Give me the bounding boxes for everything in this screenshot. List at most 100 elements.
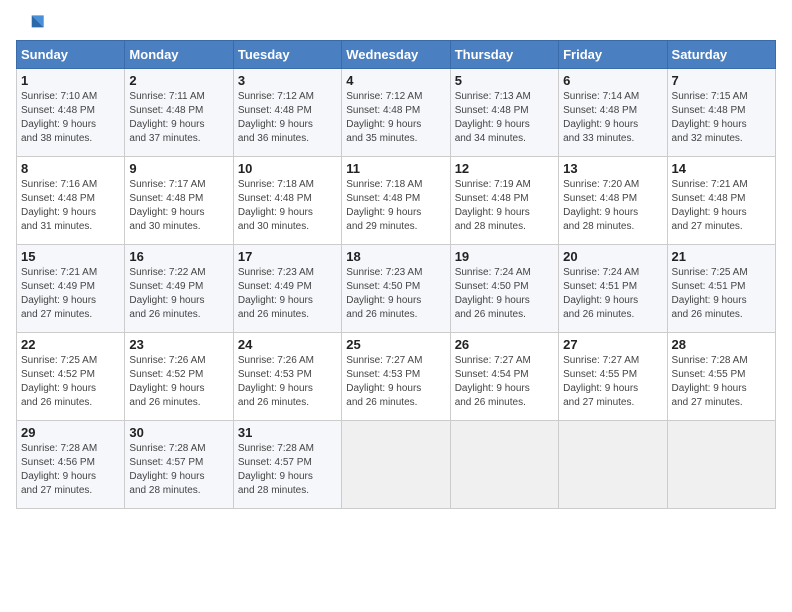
day-number: 10 (238, 161, 337, 176)
calendar-cell: 27 Sunrise: 7:27 AM Sunset: 4:55 PM Dayli… (559, 333, 667, 421)
calendar-cell: 17 Sunrise: 7:23 AM Sunset: 4:49 PM Dayli… (233, 245, 341, 333)
day-number: 1 (21, 73, 120, 88)
day-number: 26 (455, 337, 554, 352)
week-row-4: 22 Sunrise: 7:25 AM Sunset: 4:52 PM Dayli… (17, 333, 776, 421)
calendar-cell: 3 Sunrise: 7:12 AM Sunset: 4:48 PM Daylig… (233, 69, 341, 157)
calendar-cell: 18 Sunrise: 7:23 AM Sunset: 4:50 PM Dayli… (342, 245, 450, 333)
day-info: Sunrise: 7:13 AM Sunset: 4:48 PM Dayligh… (455, 90, 554, 146)
day-info: Sunrise: 7:12 AM Sunset: 4:48 PM Dayligh… (238, 90, 337, 146)
day-info: Sunrise: 7:27 AM Sunset: 4:53 PM Dayligh… (346, 354, 445, 410)
day-number: 19 (455, 249, 554, 264)
calendar-cell: 20 Sunrise: 7:24 AM Sunset: 4:51 PM Dayli… (559, 245, 667, 333)
col-header-wednesday: Wednesday (342, 41, 450, 69)
day-number: 8 (21, 161, 120, 176)
day-info: Sunrise: 7:22 AM Sunset: 4:49 PM Dayligh… (129, 266, 228, 322)
day-info: Sunrise: 7:28 AM Sunset: 4:57 PM Dayligh… (129, 442, 228, 498)
calendar-cell: 11 Sunrise: 7:18 AM Sunset: 4:48 PM Dayli… (342, 157, 450, 245)
calendar-cell: 6Sunrise: 7:14 AM Sunset: 4:48 PM Daylig… (559, 69, 667, 157)
day-info: Sunrise: 7:18 AM Sunset: 4:48 PM Dayligh… (238, 178, 337, 234)
day-number: 11 (346, 161, 445, 176)
calendar-cell: 8 Sunrise: 7:16 AM Sunset: 4:48 PM Daylig… (17, 157, 125, 245)
day-info: Sunrise: 7:21 AM Sunset: 4:48 PM Dayligh… (672, 178, 771, 234)
day-info: Sunrise: 7:17 AM Sunset: 4:48 PM Dayligh… (129, 178, 228, 234)
day-info: Sunrise: 7:27 AM Sunset: 4:54 PM Dayligh… (455, 354, 554, 410)
day-number: 21 (672, 249, 771, 264)
calendar-cell: 23Sunrise: 7:26 AM Sunset: 4:52 PM Dayli… (125, 333, 233, 421)
calendar-cell (559, 421, 667, 509)
calendar-cell (342, 421, 450, 509)
col-header-friday: Friday (559, 41, 667, 69)
day-number: 22 (21, 337, 120, 352)
calendar-cell: 10 Sunrise: 7:18 AM Sunset: 4:48 PM Dayli… (233, 157, 341, 245)
calendar-cell: 9 Sunrise: 7:17 AM Sunset: 4:48 PM Daylig… (125, 157, 233, 245)
calendar-cell: 14 Sunrise: 7:21 AM Sunset: 4:48 PM Dayli… (667, 157, 775, 245)
calendar-cell: 2Sunrise: 7:11 AM Sunset: 4:48 PM Daylig… (125, 69, 233, 157)
day-info: Sunrise: 7:28 AM Sunset: 4:57 PM Dayligh… (238, 442, 337, 498)
day-number: 30 (129, 425, 228, 440)
calendar-table: SundayMondayTuesdayWednesdayThursdayFrid… (16, 40, 776, 509)
week-row-3: 15 Sunrise: 7:21 AM Sunset: 4:49 PM Dayli… (17, 245, 776, 333)
day-info: Sunrise: 7:28 AM Sunset: 4:55 PM Dayligh… (672, 354, 771, 410)
day-info: Sunrise: 7:12 AM Sunset: 4:48 PM Dayligh… (346, 90, 445, 146)
calendar-cell: 19Sunrise: 7:24 AM Sunset: 4:50 PM Dayli… (450, 245, 558, 333)
calendar-cell: 26 Sunrise: 7:27 AM Sunset: 4:54 PM Dayli… (450, 333, 558, 421)
day-number: 23 (129, 337, 228, 352)
calendar-cell: 21 Sunrise: 7:25 AM Sunset: 4:51 PM Dayli… (667, 245, 775, 333)
day-number: 20 (563, 249, 662, 264)
day-info: Sunrise: 7:27 AM Sunset: 4:55 PM Dayligh… (563, 354, 662, 410)
logo (16, 12, 48, 36)
calendar-cell: 4Sunrise: 7:12 AM Sunset: 4:48 PM Daylig… (342, 69, 450, 157)
col-header-tuesday: Tuesday (233, 41, 341, 69)
calendar-cell: 29 Sunrise: 7:28 AM Sunset: 4:56 PM Dayli… (17, 421, 125, 509)
day-number: 29 (21, 425, 120, 440)
day-info: Sunrise: 7:28 AM Sunset: 4:56 PM Dayligh… (21, 442, 120, 498)
day-info: Sunrise: 7:26 AM Sunset: 4:53 PM Dayligh… (238, 354, 337, 410)
day-number: 7 (672, 73, 771, 88)
day-number: 17 (238, 249, 337, 264)
day-number: 31 (238, 425, 337, 440)
calendar-cell: 16Sunrise: 7:22 AM Sunset: 4:49 PM Dayli… (125, 245, 233, 333)
col-header-saturday: Saturday (667, 41, 775, 69)
day-info: Sunrise: 7:25 AM Sunset: 4:52 PM Dayligh… (21, 354, 120, 410)
day-number: 9 (129, 161, 228, 176)
day-number: 15 (21, 249, 120, 264)
column-headers: SundayMondayTuesdayWednesdayThursdayFrid… (17, 41, 776, 69)
calendar-cell: 31 Sunrise: 7:28 AM Sunset: 4:57 PM Dayli… (233, 421, 341, 509)
day-number: 25 (346, 337, 445, 352)
calendar-cell: 30 Sunrise: 7:28 AM Sunset: 4:57 PM Dayli… (125, 421, 233, 509)
day-number: 28 (672, 337, 771, 352)
day-info: Sunrise: 7:23 AM Sunset: 4:49 PM Dayligh… (238, 266, 337, 322)
page-container: SundayMondayTuesdayWednesdayThursdayFrid… (0, 0, 792, 517)
day-info: Sunrise: 7:24 AM Sunset: 4:51 PM Dayligh… (563, 266, 662, 322)
day-info: Sunrise: 7:19 AM Sunset: 4:48 PM Dayligh… (455, 178, 554, 234)
day-info: Sunrise: 7:25 AM Sunset: 4:51 PM Dayligh… (672, 266, 771, 322)
day-number: 2 (129, 73, 228, 88)
day-number: 14 (672, 161, 771, 176)
day-number: 18 (346, 249, 445, 264)
day-info: Sunrise: 7:14 AM Sunset: 4:48 PM Dayligh… (563, 90, 662, 146)
calendar-cell: 1 Sunrise: 7:10 AM Sunset: 4:48 PM Daylig… (17, 69, 125, 157)
calendar-cell: 5Sunrise: 7:13 AM Sunset: 4:48 PM Daylig… (450, 69, 558, 157)
day-info: Sunrise: 7:15 AM Sunset: 4:48 PM Dayligh… (672, 90, 771, 146)
day-number: 13 (563, 161, 662, 176)
calendar-cell: 7 Sunrise: 7:15 AM Sunset: 4:48 PM Daylig… (667, 69, 775, 157)
day-number: 12 (455, 161, 554, 176)
day-info: Sunrise: 7:21 AM Sunset: 4:49 PM Dayligh… (21, 266, 120, 322)
logo-icon (16, 12, 44, 36)
calendar-cell: 12 Sunrise: 7:19 AM Sunset: 4:48 PM Dayli… (450, 157, 558, 245)
day-info: Sunrise: 7:23 AM Sunset: 4:50 PM Dayligh… (346, 266, 445, 322)
calendar-cell: 22 Sunrise: 7:25 AM Sunset: 4:52 PM Dayli… (17, 333, 125, 421)
calendar-cell: 24 Sunrise: 7:26 AM Sunset: 4:53 PM Dayli… (233, 333, 341, 421)
day-number: 3 (238, 73, 337, 88)
day-info: Sunrise: 7:10 AM Sunset: 4:48 PM Dayligh… (21, 90, 120, 146)
header (16, 12, 776, 36)
calendar-body: 1 Sunrise: 7:10 AM Sunset: 4:48 PM Daylig… (17, 69, 776, 509)
calendar-cell (667, 421, 775, 509)
day-info: Sunrise: 7:20 AM Sunset: 4:48 PM Dayligh… (563, 178, 662, 234)
col-header-sunday: Sunday (17, 41, 125, 69)
calendar-cell (450, 421, 558, 509)
day-number: 27 (563, 337, 662, 352)
day-number: 24 (238, 337, 337, 352)
day-info: Sunrise: 7:18 AM Sunset: 4:48 PM Dayligh… (346, 178, 445, 234)
day-info: Sunrise: 7:16 AM Sunset: 4:48 PM Dayligh… (21, 178, 120, 234)
